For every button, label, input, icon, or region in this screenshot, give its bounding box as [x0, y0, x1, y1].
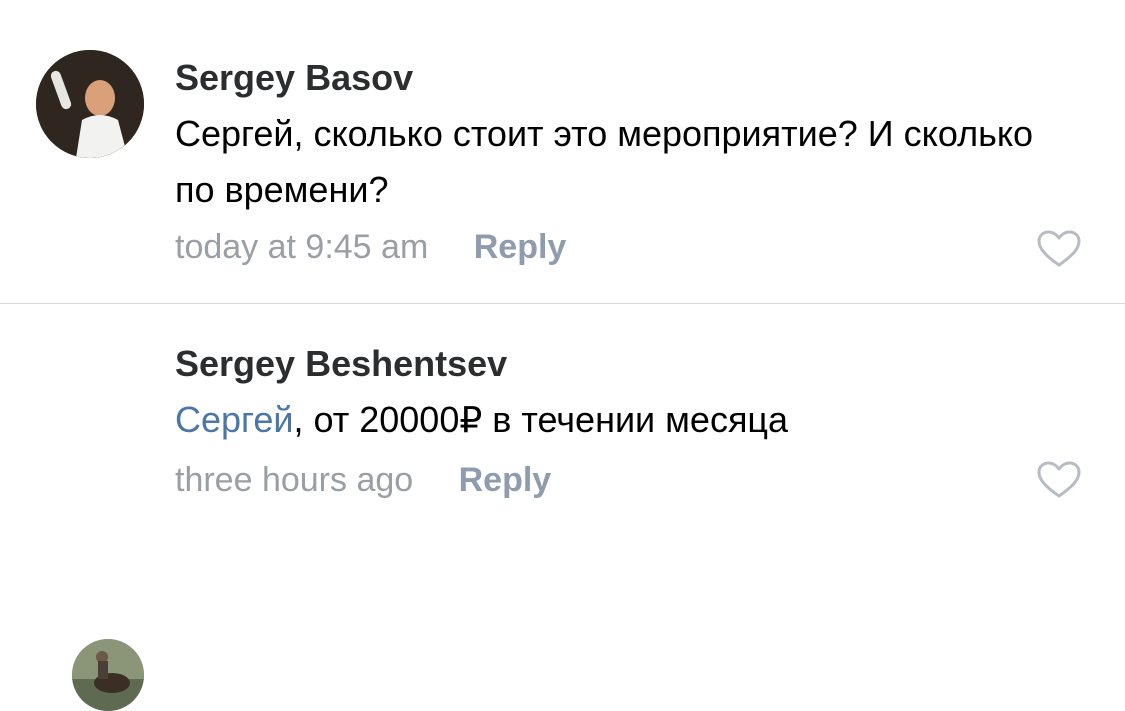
comment-author[interactable]: Sergey Beshentsev — [175, 343, 507, 385]
comment-text-body: , от 20000₽ в течении месяца — [293, 399, 789, 440]
avatar[interactable] — [72, 639, 144, 711]
comment-meta: three hours ago Reply — [175, 461, 551, 500]
comment-author[interactable]: Sergey Basov — [175, 57, 413, 99]
like-button[interactable] — [1036, 460, 1082, 500]
avatar[interactable] — [36, 50, 144, 158]
comment-timestamp: today at 9:45 am — [175, 228, 429, 266]
comment-text: Сергей, сколько стоит это мероприятие? И… — [175, 113, 1034, 210]
reply-button[interactable]: Reply — [459, 461, 552, 499]
comment-item: Sergey Beshentsev Сергей, от 20000₽ в те… — [0, 304, 1125, 711]
mention-link[interactable]: Сергей — [175, 399, 294, 440]
heart-outline-icon — [1037, 230, 1081, 267]
person-photo-avatar — [36, 50, 144, 158]
like-button[interactable] — [1036, 229, 1082, 269]
reply-button[interactable]: Reply — [474, 228, 567, 266]
comment-text: Сергей, от 20000₽ в течении месяца — [175, 392, 1075, 448]
person-photo-avatar — [72, 639, 144, 711]
comment-timestamp: three hours ago — [175, 461, 414, 499]
comment-meta: today at 9:45 am Reply — [175, 228, 566, 267]
heart-outline-icon — [1037, 461, 1081, 498]
comment-item: Sergey Basov Сергей, сколько стоит это м… — [0, 0, 1125, 303]
